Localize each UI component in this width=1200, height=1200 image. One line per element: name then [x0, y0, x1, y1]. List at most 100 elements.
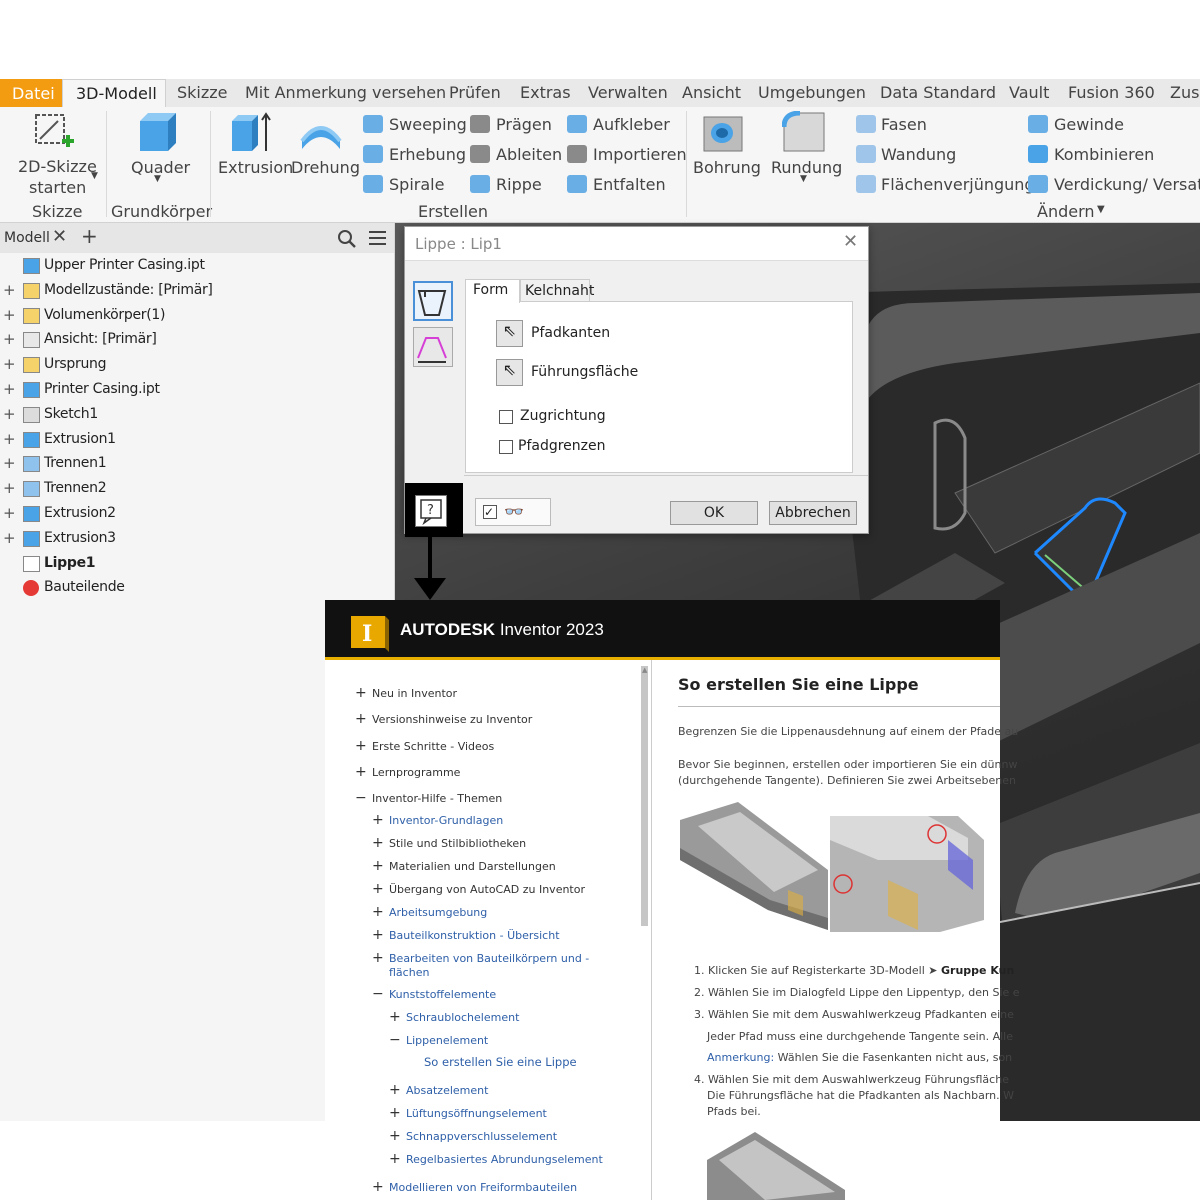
- toc-item[interactable]: + Schnappverschlusselement: [389, 1128, 557, 1144]
- expand-icon[interactable]: +: [372, 904, 384, 920]
- toc-item[interactable]: + Arbeitsumgebung: [372, 904, 487, 920]
- group-label-aendern[interactable]: Ändern: [1037, 202, 1095, 221]
- toc-item[interactable]: + Lernprogramme: [355, 764, 460, 780]
- expand-icon[interactable]: +: [389, 1128, 401, 1144]
- expand-icon[interactable]: +: [372, 927, 384, 943]
- expand-icon[interactable]: +: [372, 835, 384, 851]
- lip-type-button[interactable]: [413, 281, 453, 321]
- tab-vault[interactable]: Vault: [1009, 83, 1049, 102]
- ok-button[interactable]: OK: [670, 501, 758, 525]
- loft-button[interactable]: Erhebung: [389, 145, 466, 164]
- expand-icon[interactable]: +: [3, 504, 16, 522]
- toc-item[interactable]: + Materialien und Darstellungen: [372, 858, 556, 874]
- toc-item[interactable]: + Versionshinweise zu Inventor: [355, 711, 532, 727]
- cancel-button[interactable]: Abbrechen: [769, 501, 857, 525]
- toc-item[interactable]: − Inventor-Hilfe - Themen: [355, 790, 502, 806]
- rib-button[interactable]: Rippe: [496, 175, 542, 194]
- expand-icon[interactable]: +: [3, 380, 16, 398]
- chevron-down-icon[interactable]: ▼: [1097, 204, 1105, 215]
- menu-icon[interactable]: [368, 229, 388, 247]
- close-icon[interactable]: ✕: [52, 226, 67, 247]
- toc-item[interactable]: So erstellen Sie eine Lippe: [424, 1055, 577, 1069]
- shell-button[interactable]: Wandung: [881, 145, 956, 164]
- expand-icon[interactable]: +: [355, 711, 367, 727]
- toc-item[interactable]: + Stile und Stilbibliotheken: [372, 835, 526, 851]
- scroll-up-icon[interactable]: ▲: [642, 666, 647, 674]
- expand-icon[interactable]: +: [355, 764, 367, 780]
- decal-button[interactable]: Aufkleber: [593, 115, 670, 134]
- expand-icon[interactable]: +: [355, 685, 367, 701]
- chamfer-button[interactable]: Fasen: [881, 115, 927, 134]
- expand-icon[interactable]: +: [372, 812, 384, 828]
- toc-item[interactable]: flächen: [389, 966, 429, 979]
- expand-icon[interactable]: +: [389, 1151, 401, 1167]
- path-edges-select-button[interactable]: ⇖: [496, 320, 523, 347]
- combine-button[interactable]: Kombinieren: [1054, 145, 1154, 164]
- expand-icon[interactable]: +: [372, 950, 384, 966]
- tab-data-standard[interactable]: Data Standard: [880, 83, 996, 102]
- tab-kehlnaht[interactable]: Kelchnaht: [520, 279, 594, 301]
- derive-button[interactable]: Ableiten: [496, 145, 562, 164]
- thicken-button[interactable]: Verdickung/ Versatz: [1054, 175, 1200, 194]
- add-tab-icon[interactable]: +: [81, 224, 98, 248]
- tab-verwalten[interactable]: Verwalten: [588, 83, 668, 102]
- toc-item[interactable]: + Neu in Inventor: [355, 685, 457, 701]
- guide-face-select-button[interactable]: ⇖: [496, 359, 523, 386]
- expand-icon[interactable]: +: [3, 479, 16, 497]
- toc-item[interactable]: − Lippenelement: [389, 1032, 488, 1048]
- toc-item[interactable]: + Modellieren von Freiformbauteilen: [372, 1179, 577, 1195]
- expand-icon[interactable]: +: [3, 430, 16, 448]
- tab-skizze[interactable]: Skizze: [177, 83, 228, 102]
- expand-icon[interactable]: +: [389, 1105, 401, 1121]
- toc-scrollbar[interactable]: [641, 666, 648, 926]
- tab-ansicht[interactable]: Ansicht: [682, 83, 741, 102]
- toc-item[interactable]: + Übergang von AutoCAD zu Inventor: [372, 881, 585, 897]
- toc-item[interactable]: + Regelbasiertes Abrundungselement: [389, 1151, 603, 1167]
- groove-type-button[interactable]: [413, 327, 453, 367]
- sweep-button[interactable]: Sweeping: [389, 115, 467, 134]
- toc-item[interactable]: + Bearbeiten von Bauteilkörpern und -: [372, 950, 589, 966]
- expand-icon[interactable]: +: [3, 405, 16, 423]
- expand-icon[interactable]: +: [372, 1179, 384, 1195]
- expand-icon[interactable]: +: [355, 738, 367, 754]
- expand-icon[interactable]: +: [389, 1082, 401, 1098]
- preview-checkbox[interactable]: ✓: [483, 505, 497, 519]
- tab-fusion360[interactable]: Fusion 360: [1068, 83, 1155, 102]
- tab-datei[interactable]: Datei: [0, 79, 62, 107]
- toc-item[interactable]: − Kunststoffelemente: [372, 986, 496, 1002]
- pfadgrenzen-checkbox[interactable]: [499, 440, 513, 454]
- zugrichtung-checkbox[interactable]: [499, 410, 513, 424]
- toc-item[interactable]: + Bauteilkonstruktion - Übersicht: [372, 927, 560, 943]
- tab-3d-modell[interactable]: 3D-Modell: [62, 79, 166, 107]
- draft-button[interactable]: Flächenverjüngung: [881, 175, 1035, 194]
- expand-icon[interactable]: +: [3, 306, 16, 324]
- import-button[interactable]: Importieren: [593, 145, 687, 164]
- expand-icon[interactable]: −: [355, 790, 367, 806]
- toc-item[interactable]: + Absatzelement: [389, 1082, 488, 1098]
- expand-icon[interactable]: +: [3, 355, 16, 373]
- expand-icon[interactable]: +: [3, 529, 16, 547]
- expand-icon[interactable]: +: [372, 881, 384, 897]
- expand-icon[interactable]: +: [389, 1009, 401, 1025]
- tab-modell[interactable]: Modell: [4, 230, 50, 246]
- expand-icon[interactable]: −: [372, 986, 384, 1002]
- toc-item[interactable]: + Erste Schritte - Videos: [355, 738, 494, 754]
- expand-icon[interactable]: +: [3, 454, 16, 472]
- expand-icon[interactable]: −: [389, 1032, 401, 1048]
- toc-item[interactable]: + Schraublochelement: [389, 1009, 519, 1025]
- search-icon[interactable]: [337, 229, 357, 249]
- unwrap-button[interactable]: Entfalten: [593, 175, 666, 194]
- tab-form[interactable]: Form: [465, 279, 520, 303]
- tab-more[interactable]: Zusa: [1170, 83, 1200, 102]
- help-button[interactable]: ?: [415, 495, 447, 527]
- tab-anmerkung[interactable]: Mit Anmerkung versehen: [245, 83, 446, 102]
- expand-icon[interactable]: +: [372, 858, 384, 874]
- thread-button[interactable]: Gewinde: [1054, 115, 1124, 134]
- tab-pruefen[interactable]: Prüfen: [449, 83, 501, 102]
- toc-item[interactable]: + Inventor-Grundlagen: [372, 812, 503, 828]
- tab-umgebungen[interactable]: Umgebungen: [758, 83, 866, 102]
- toc-item[interactable]: + Lüftungsöffnungselement: [389, 1105, 547, 1121]
- expand-icon[interactable]: +: [3, 330, 16, 348]
- coil-button[interactable]: Spirale: [389, 175, 444, 194]
- tab-extras[interactable]: Extras: [520, 83, 571, 102]
